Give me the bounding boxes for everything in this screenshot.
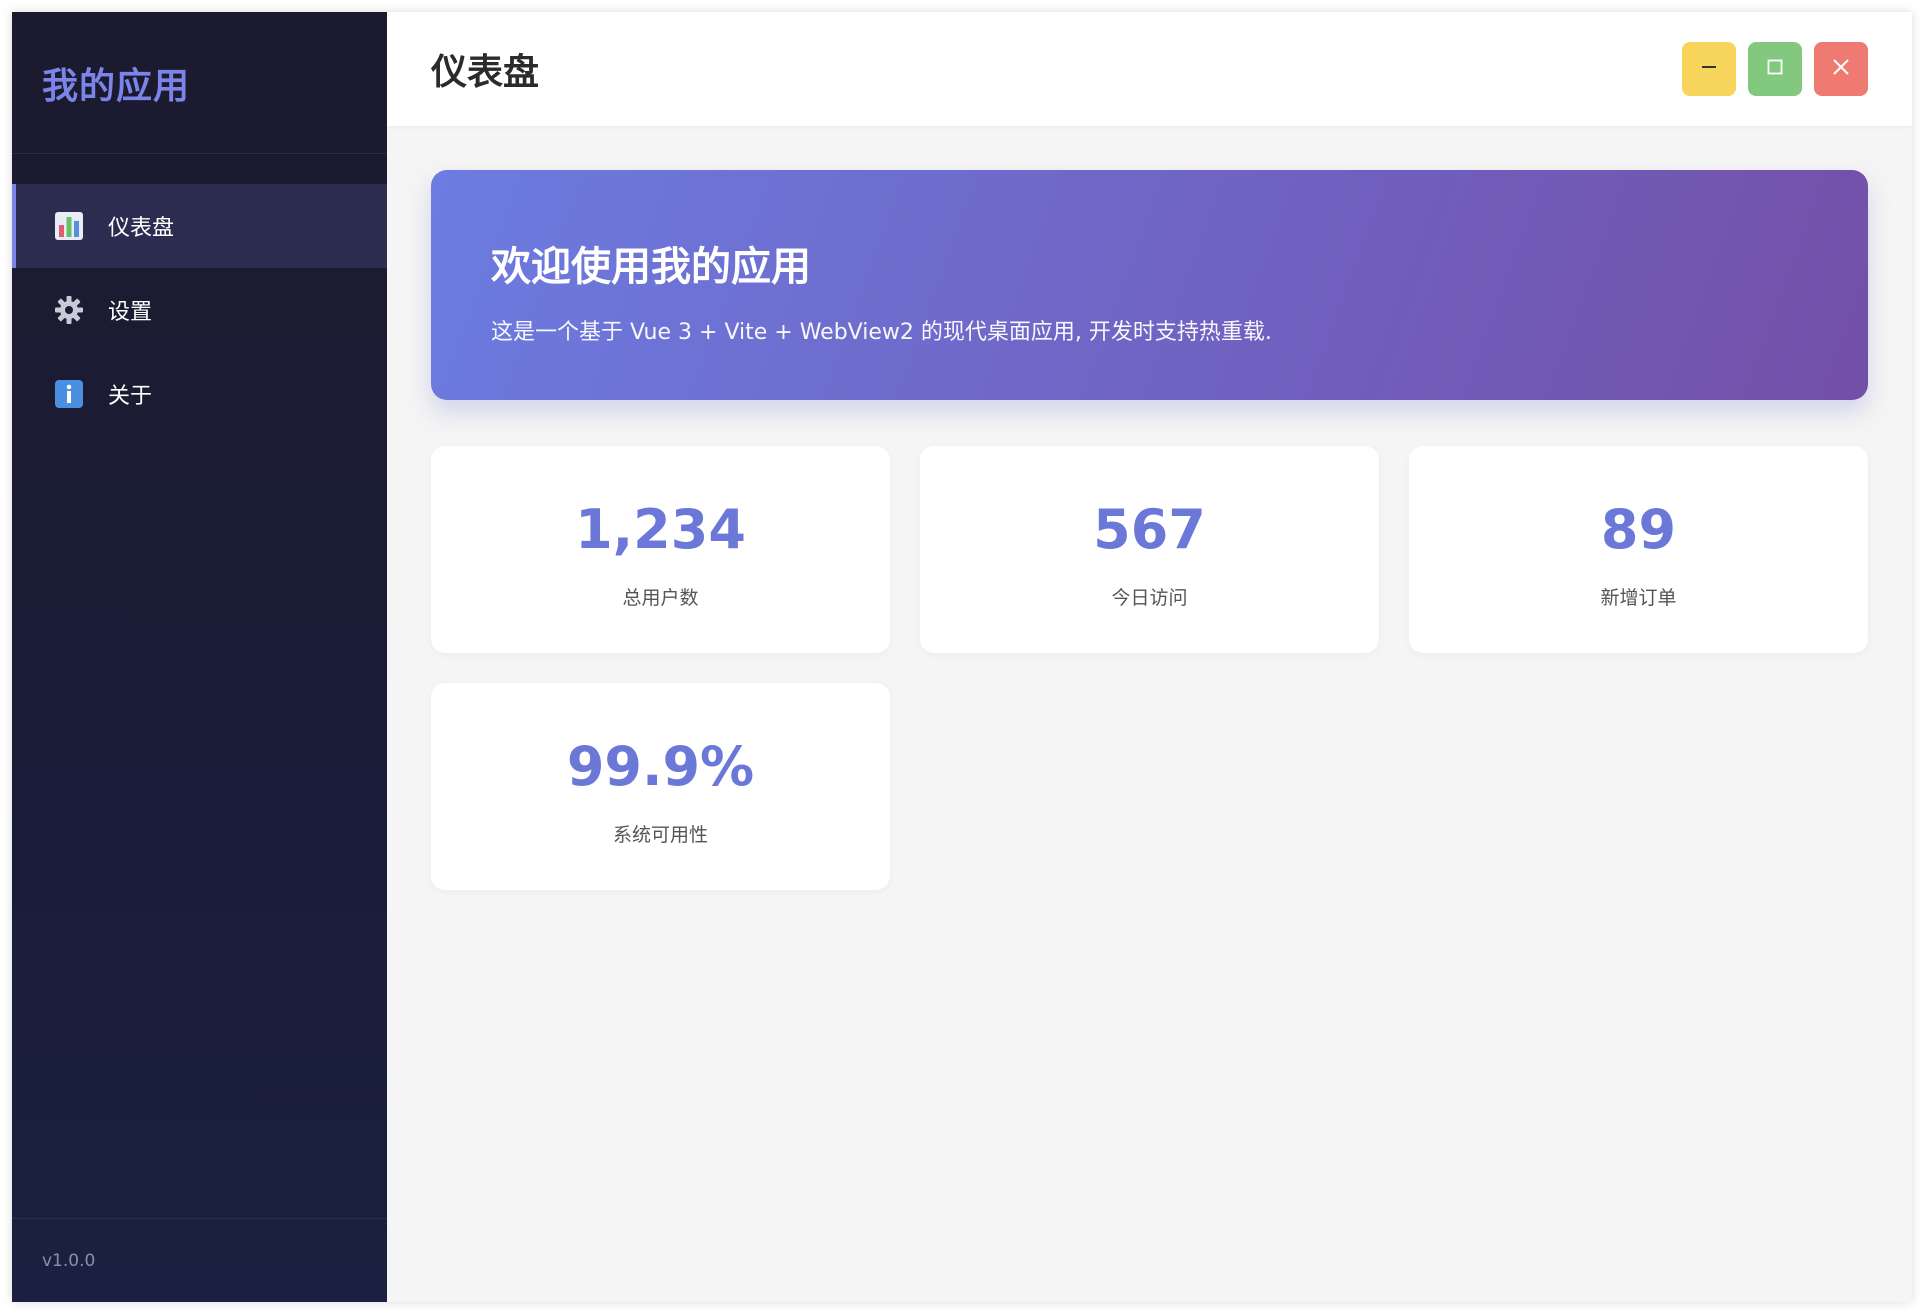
stat-label: 系统可用性 — [612, 823, 708, 846]
stat-label: 总用户数 — [622, 586, 699, 609]
main-area: 仪表盘 欢迎使用我的应用 这是一个基于 Vue 3 + Vite + WebVi… — [387, 12, 1912, 1302]
sidebar-item-label: 关于 — [108, 384, 153, 409]
sidebar-nav: 仪表盘 设置 关于 — [12, 154, 387, 1218]
stat-value: 567 — [1093, 497, 1206, 561]
bar-chart-icon — [54, 211, 84, 241]
stat-label: 今日访问 — [1111, 586, 1188, 609]
maximize-button[interactable] — [1748, 42, 1802, 96]
app-title: 我的应用 — [42, 65, 191, 107]
stat-value: 1,234 — [575, 497, 746, 561]
stats-grid: 1,234 总用户数 567 今日访问 89 新增订单 99.9% 系统可用性 — [431, 446, 1868, 890]
header: 仪表盘 — [387, 12, 1912, 126]
app-window: 我的应用 仪表盘 设置 关于 v1.0.0 仪表盘 欢迎使用我的应用 这是一个基… — [12, 12, 1912, 1302]
sidebar-item-label: 设置 — [108, 300, 153, 325]
sidebar-item-settings[interactable]: 设置 — [12, 268, 387, 352]
stat-value: 89 — [1600, 497, 1677, 561]
close-button[interactable] — [1814, 42, 1868, 96]
info-icon — [54, 379, 84, 409]
sidebar-item-label: 仪表盘 — [108, 216, 175, 241]
brand: 我的应用 — [12, 12, 387, 154]
maximize-icon — [1765, 57, 1785, 81]
close-icon — [1831, 57, 1851, 81]
stat-value: 99.9% — [566, 734, 755, 798]
banner-title: 欢迎使用我的应用 — [491, 244, 811, 290]
version-label: v1.0.0 — [42, 1250, 96, 1271]
minimize-icon — [1699, 57, 1719, 81]
stat-label: 新增订单 — [1600, 586, 1677, 609]
page-title: 仪表盘 — [431, 52, 540, 93]
minimize-button[interactable] — [1682, 42, 1736, 96]
welcome-banner: 欢迎使用我的应用 这是一个基于 Vue 3 + Vite + WebView2 … — [431, 170, 1868, 400]
sidebar: 我的应用 仪表盘 设置 关于 v1.0.0 — [12, 12, 387, 1302]
window-controls — [1682, 42, 1868, 96]
banner-subtitle: 这是一个基于 Vue 3 + Vite + WebView2 的现代桌面应用, … — [491, 320, 1272, 345]
content: 欢迎使用我的应用 这是一个基于 Vue 3 + Vite + WebView2 … — [387, 126, 1912, 934]
stat-card-today-visits: 567 今日访问 — [920, 446, 1379, 653]
sidebar-footer: v1.0.0 — [12, 1218, 387, 1302]
stat-card-availability: 99.9% 系统可用性 — [431, 683, 890, 890]
sidebar-item-dashboard[interactable]: 仪表盘 — [12, 184, 387, 268]
sidebar-item-about[interactable]: 关于 — [12, 352, 387, 436]
stat-card-total-users: 1,234 总用户数 — [431, 446, 890, 653]
gear-icon — [54, 295, 84, 325]
stat-card-new-orders: 89 新增订单 — [1409, 446, 1868, 653]
